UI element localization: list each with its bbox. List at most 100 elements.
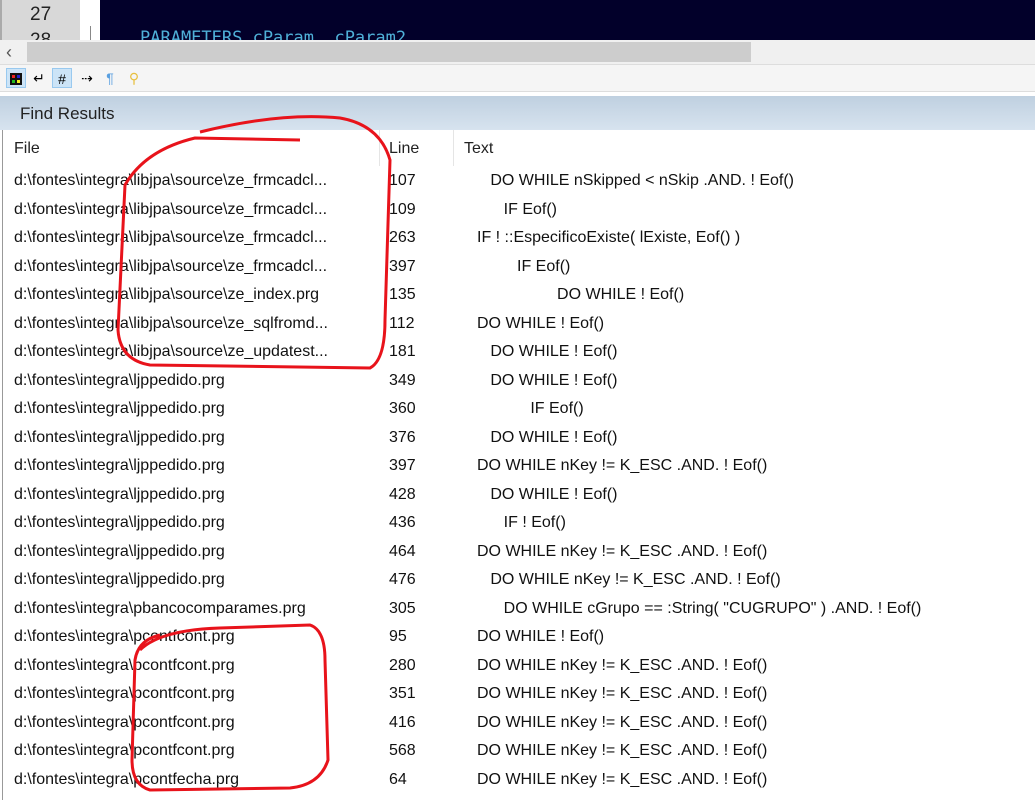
column-header-text[interactable]: Text [464,140,493,158]
paragraph-icon[interactable]: ¶ [100,68,120,88]
result-file: d:\fontes\integra\ljppedido.prg [14,400,225,417]
result-text: DO WHILE nSkipped < nSkip .AND. ! Eof() [477,172,794,189]
result-file: d:\fontes\integra\libjpa\source\ze_frmca… [14,257,328,275]
result-file: d:\fontes\integra\pcontfcont.prg [14,713,235,731]
column-header-row: File Line Text [3,130,1035,166]
result-row[interactable]: d:\fontes\integra\pcontfecha.prg 64 DO WHI… [3,767,1035,796]
result-file: d:\fontes\integra\libjpa\source\ze_frmca… [14,172,328,189]
result-row[interactable]: d:\fontes\integra\pcontfcont.prg 351 DO WH… [3,681,1035,710]
whitespace-arrow-icon[interactable]: ⇢ [77,68,97,88]
result-file: d:\fontes\integra\pcontfcont.prg [14,742,235,759]
result-text: DO WHILE nKey != K_ESC .AND. ! Eof() [477,656,768,674]
scroll-left-icon[interactable]: ‹ [6,40,12,64]
result-file: d:\fontes\integra\pcontfecha.prg [14,770,240,788]
horizontal-scrollbar[interactable]: ‹ [0,40,1035,64]
result-text: IF Eof() [477,400,584,417]
column-separator[interactable] [453,130,454,166]
result-row[interactable]: d:\fontes\integra\ljppedido.prg 397 DO WHI… [3,453,1035,482]
result-line: 280 [389,656,416,674]
result-line: 107 [389,172,416,189]
result-row[interactable]: d:\fontes\integra\libjpa\source\ze_frmca… [3,197,1035,226]
result-row[interactable]: d:\fontes\integra\libjpa\source\ze_frmca… [3,254,1035,283]
result-file: d:\fontes\integra\ljppedido.prg [14,571,225,588]
result-text: DO WHILE nKey != K_ESC .AND. ! Eof() [477,685,768,702]
result-line: 64 [389,770,407,788]
result-line: 181 [389,343,416,360]
line-number-gutter: 27 28 [0,0,80,51]
result-text: DO WHILE nKey != K_ESC .AND. ! Eof() [477,770,768,788]
result-line: 349 [389,371,416,389]
line-number: 27 [30,4,52,25]
code-line: PARAMETERS cParam, cParam2 [140,28,407,40]
result-row[interactable]: d:\fontes\integra\libjpa\source\ze_updat… [3,339,1035,368]
result-line: 351 [389,685,416,702]
result-file: d:\fontes\integra\ljppedido.prg [14,485,225,503]
code-editor[interactable]: 27 28 PARAMETERS cParam, cParam2 [0,0,1035,51]
result-line: 109 [389,200,416,218]
result-file: d:\fontes\integra\pcontfcont.prg [14,628,235,645]
result-row[interactable]: d:\fontes\integra\ljppedido.prg 349 DO WH… [3,368,1035,397]
result-row[interactable]: d:\fontes\integra\ljppedido.prg 360 IF Eo… [3,396,1035,425]
result-file: d:\fontes\integra\libjpa\source\ze_frmca… [14,229,328,246]
result-text: DO WHILE ! Eof() [477,628,605,645]
result-text: IF Eof() [477,200,558,218]
result-file: d:\fontes\integra\ljppedido.prg [14,457,225,474]
result-file: d:\fontes\integra\libjpa\source\ze_frmca… [14,200,328,218]
result-line: 416 [389,713,416,731]
result-row[interactable]: d:\fontes\integra\libjpa\source\ze_frmca… [3,168,1035,197]
result-file: d:\fontes\integra\ljppedido.prg [14,542,225,560]
scrollbar-thumb[interactable] [27,42,751,62]
color-palette-icon[interactable] [6,68,26,88]
result-text: DO WHILE ! Eof() [477,371,618,389]
result-text: DO WHILE cGrupo == :String( "CUGRUPO" ) … [477,599,922,617]
result-line: 428 [389,485,416,503]
result-line: 95 [389,628,407,645]
result-text: IF ! Eof() [477,514,566,531]
column-header-line[interactable]: Line [389,140,419,158]
result-row[interactable]: d:\fontes\integra\ljppedido.prg 436 IF ! … [3,510,1035,539]
result-row[interactable]: d:\fontes\integra\libjpa\source\ze_sqlfr… [3,311,1035,340]
result-file: d:\fontes\integra\libjpa\source\ze_updat… [14,343,328,360]
result-row[interactable]: d:\fontes\integra\libjpa\source\ze_frmca… [3,225,1035,254]
editor-toolbar: ↵ # ⇢ ¶ ⚲ [0,64,1035,92]
result-line: 476 [389,571,416,588]
result-line: 464 [389,542,416,560]
fold-margin [80,0,100,40]
result-row[interactable]: d:\fontes\integra\ljppedido.prg 428 DO WH… [3,482,1035,511]
result-row[interactable]: d:\fontes\integra\pcontfcont.prg 95 DO WHI… [3,624,1035,653]
result-file: d:\fontes\integra\pcontfcont.prg [14,656,235,674]
result-file: d:\fontes\integra\libjpa\source\ze_index… [14,286,320,303]
result-text: IF ! ::EspecificoExiste( lExiste, Eof() … [477,229,741,246]
line-numbers-icon[interactable]: # [52,68,72,88]
result-line: 376 [389,428,416,446]
result-line: 305 [389,599,416,617]
result-row[interactable]: d:\fontes\integra\ljppedido.prg 376 DO WH… [3,425,1035,454]
find-results-list[interactable]: File Line Text d:\fontes\integra\libjpa\… [2,130,1035,800]
result-text: DO WHILE ! Eof() [477,286,685,303]
result-text: DO WHILE nKey != K_ESC .AND. ! Eof() [477,742,768,759]
result-text: DO WHILE ! Eof() [477,485,618,503]
result-row[interactable]: d:\fontes\integra\libjpa\source\ze_index… [3,282,1035,311]
result-row[interactable]: d:\fontes\integra\ljppedido.prg 476 DO WH… [3,567,1035,596]
result-file: d:\fontes\integra\ljppedido.prg [14,428,225,446]
result-text: DO WHILE ! Eof() [477,343,618,360]
result-file: d:\fontes\integra\libjpa\source\ze_sqlfr… [14,314,328,332]
key-icon[interactable]: ⚲ [124,68,144,88]
code-area[interactable]: PARAMETERS cParam, cParam2 [100,0,1035,40]
result-text: DO WHILE nKey != K_ESC .AND. ! Eof() [477,457,768,474]
word-wrap-icon[interactable]: ↵ [29,68,49,88]
column-separator[interactable] [379,130,380,166]
column-header-file[interactable]: File [14,140,40,158]
result-row[interactable]: d:\fontes\integra\pcontfcont.prg 568 DO WH… [3,738,1035,767]
result-file: d:\fontes\integra\pbancocomparames.prg [14,599,306,617]
result-file: d:\fontes\integra\ljppedido.prg [14,371,225,389]
result-text: DO WHILE ! Eof() [477,314,605,332]
result-row[interactable]: d:\fontes\integra\pbancocomparames.prg 30… [3,596,1035,625]
result-file: d:\fontes\integra\pcontfcont.prg [14,685,235,702]
result-line: 135 [389,286,416,303]
result-row[interactable]: d:\fontes\integra\pcontfcont.prg 280 DO WH… [3,653,1035,682]
result-row[interactable]: d:\fontes\integra\pcontfcont.prg 416 DO WH… [3,710,1035,739]
result-file: d:\fontes\integra\ljppedido.prg [14,514,225,531]
result-row[interactable]: d:\fontes\integra\ljppedido.prg 464 DO WHI… [3,539,1035,568]
result-text: DO WHILE ! Eof() [477,428,618,446]
